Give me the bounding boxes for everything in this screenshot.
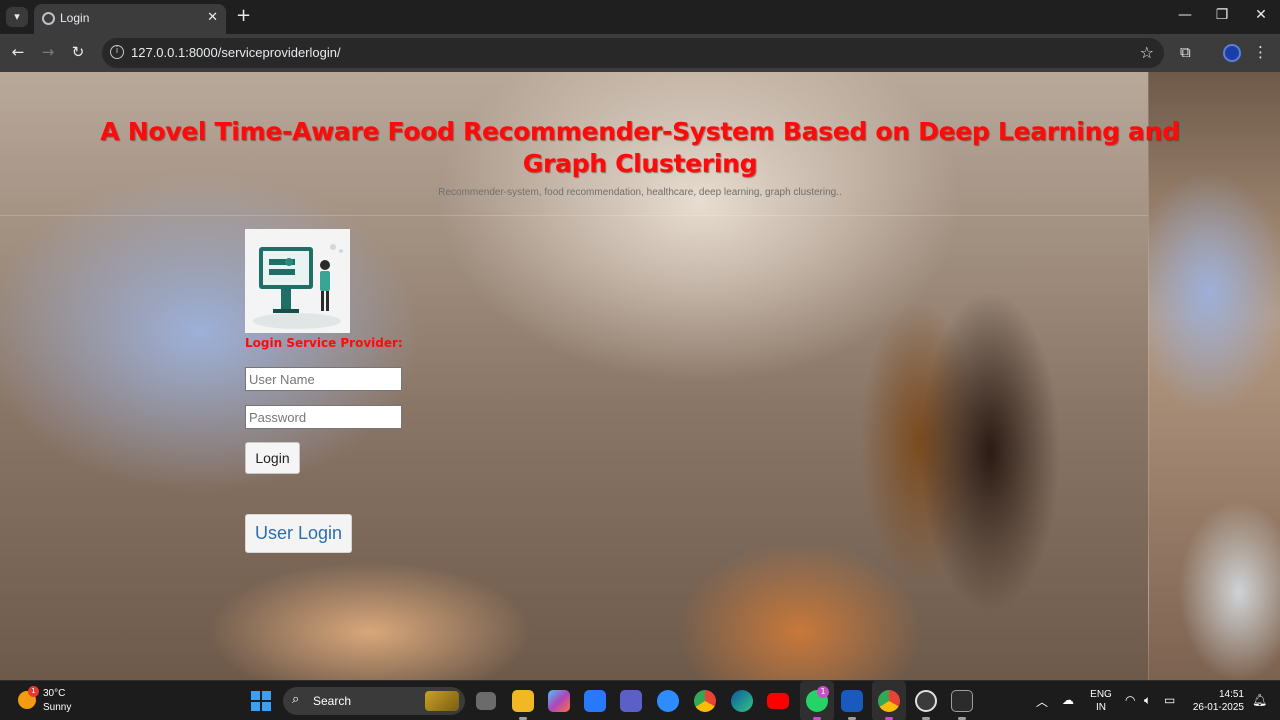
page-subtitle: Recommender-system, food recommendation,… xyxy=(438,187,842,198)
username-input[interactable] xyxy=(245,367,402,391)
address-bar[interactable]: i 127.0.0.1:8000/serviceproviderlogin/ ☆ xyxy=(102,38,1164,68)
tab-search-chevron-icon[interactable]: ▾ xyxy=(6,7,28,27)
search-icon: ⌕ xyxy=(292,692,300,707)
microsoft-store-icon[interactable] xyxy=(584,690,606,712)
browser-toolbar: ← → ↻ i 127.0.0.1:8000/serviceproviderlo… xyxy=(0,34,1280,72)
minimize-icon[interactable]: — xyxy=(1175,7,1195,23)
chrome-profile-icon[interactable] xyxy=(878,690,900,712)
wifi-icon[interactable]: ◠ xyxy=(1125,693,1135,707)
file-explorer-icon[interactable] xyxy=(512,690,534,712)
language-line2: IN xyxy=(1096,702,1106,713)
login-illustration xyxy=(245,229,350,333)
language-indicator[interactable]: ENG IN xyxy=(1090,688,1112,714)
edge-icon[interactable] xyxy=(731,690,753,712)
bookmark-star-icon[interactable]: ☆ xyxy=(1140,43,1154,62)
login-button[interactable]: Login xyxy=(245,442,300,474)
copilot-icon[interactable] xyxy=(548,690,570,712)
windows-start-icon[interactable] xyxy=(251,691,271,711)
password-input[interactable] xyxy=(245,405,402,429)
menu-kebab-icon[interactable]: ⋮ xyxy=(1253,43,1268,61)
url-text[interactable]: 127.0.0.1:8000/serviceproviderlogin/ xyxy=(131,45,341,60)
task-view-icon[interactable] xyxy=(476,692,496,710)
page-viewport: A Novel Time-Aware Food Recommender-Syst… xyxy=(0,72,1280,680)
reload-icon[interactable]: ↻ xyxy=(68,43,88,61)
header-divider xyxy=(0,215,1148,216)
search-highlight-image xyxy=(425,691,459,711)
zoom-icon[interactable] xyxy=(657,690,679,712)
forward-arrow-icon[interactable]: → xyxy=(38,43,58,61)
new-tab-plus-icon[interactable]: + xyxy=(236,6,251,26)
tab-title: Login xyxy=(60,11,90,25)
clock-time: 14:51 xyxy=(1218,689,1244,700)
tab-login[interactable]: Login ✕ xyxy=(34,4,226,34)
profile-avatar[interactable] xyxy=(1223,44,1241,62)
onedrive-cloud-icon[interactable]: ☁ xyxy=(1062,693,1074,707)
whatsapp-badge: 1 xyxy=(817,686,829,698)
weather-condition[interactable]: Sunny xyxy=(43,702,71,713)
site-info-icon[interactable]: i xyxy=(110,45,124,59)
clock[interactable]: 14:51 26-01-2025 xyxy=(1190,688,1244,714)
notification-bell-icon[interactable]: 🔔︎ xyxy=(1252,693,1267,707)
maximize-icon[interactable]: ❐ xyxy=(1212,7,1232,23)
user-login-button[interactable]: User Login xyxy=(245,514,352,553)
word-icon[interactable] xyxy=(841,690,863,712)
computer-login-illustration-icon xyxy=(253,244,343,329)
media-player-icon[interactable] xyxy=(915,690,937,712)
taskbar-search[interactable]: ⌕ Search xyxy=(283,687,465,715)
youtube-icon[interactable] xyxy=(767,693,789,709)
weather-badge: 1 xyxy=(28,686,39,697)
close-tab-icon[interactable]: ✕ xyxy=(207,10,218,25)
close-window-icon[interactable]: ✕ xyxy=(1251,7,1271,23)
search-label: Search xyxy=(313,694,352,708)
clock-date: 26-01-2025 xyxy=(1192,702,1244,713)
volume-icon[interactable]: 🔈︎ xyxy=(1144,693,1151,708)
chevron-up-icon[interactable]: ︿ xyxy=(1036,693,1048,710)
browser-tab-bar: ▾ Login ✕ + — ❐ ✕ xyxy=(0,0,1280,34)
teams-icon[interactable] xyxy=(620,690,642,712)
chrome-icon[interactable] xyxy=(694,690,716,712)
back-arrow-icon[interactable]: ← xyxy=(8,43,28,61)
weather-temperature[interactable]: 30°C xyxy=(43,688,65,699)
language-line1: ENG xyxy=(1090,689,1112,700)
taskbar: 1 30°C Sunny ⌕ Search 1 ︿ ☁ ENG IN ◠ 🔈︎ … xyxy=(0,680,1280,720)
terminal-icon[interactable] xyxy=(951,690,973,712)
login-heading: Login Service Provider: xyxy=(245,336,403,350)
extensions-puzzle-icon[interactable]: ⧉ xyxy=(1180,43,1191,61)
battery-icon[interactable]: ▭ xyxy=(1164,693,1175,707)
globe-icon xyxy=(42,12,55,25)
page-title: A Novel Time-Aware Food Recommender-Syst… xyxy=(100,117,1180,178)
